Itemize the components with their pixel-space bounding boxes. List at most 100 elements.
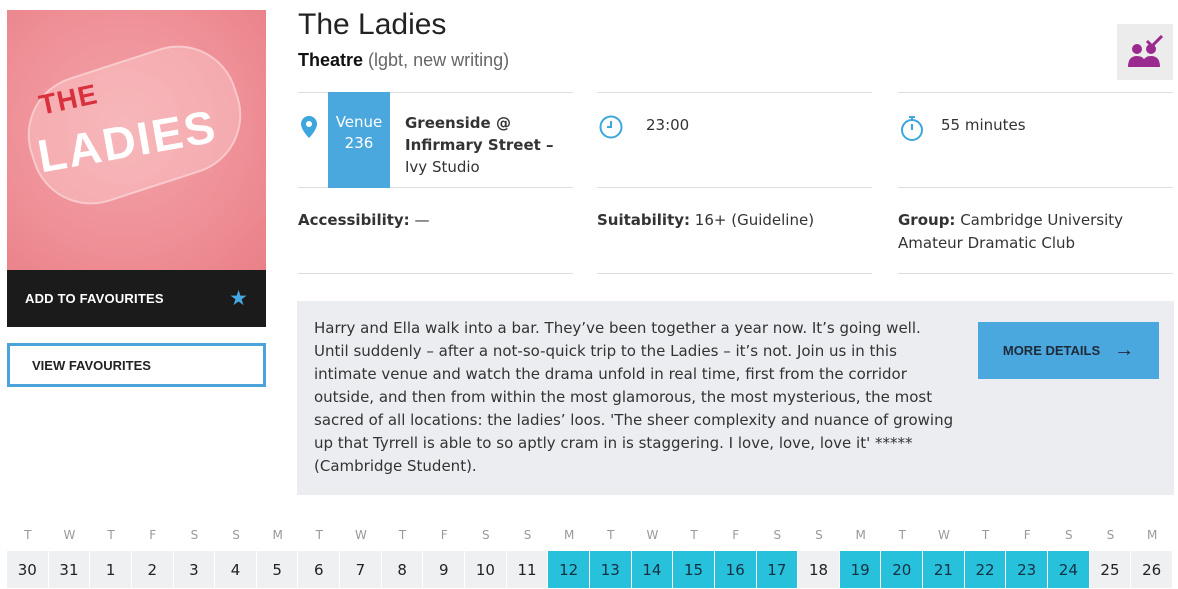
venue-number-box[interactable]: Venue 236 (328, 92, 390, 188)
calendar-weekday: F (149, 528, 157, 542)
calendar-weekday: S (523, 528, 532, 542)
calendar-day: 31 (48, 551, 90, 588)
calendar-day: 7 (340, 551, 381, 588)
venue-name-line2: Infirmary Street – (405, 136, 554, 154)
accessibility-value: — (409, 211, 430, 229)
show-genre: Theatre (lgbt, new writing) (298, 50, 509, 71)
calendar-weekday: T (398, 528, 407, 542)
calendar-day: 9 (423, 551, 465, 588)
calendar-day: 26 (1131, 551, 1172, 588)
calendar-day-performance[interactable]: 14 (631, 551, 673, 588)
show-duration: 55 minutes (941, 116, 1026, 134)
calendar-weekday: S (773, 528, 782, 542)
calendar-day: 11 (506, 551, 548, 588)
calendar-day-performance[interactable]: 12 (548, 551, 589, 588)
calendar-weekday: T (898, 528, 906, 542)
calendar-day: 6 (298, 551, 340, 588)
calendar-weekday: W (63, 528, 76, 542)
calendar-day-performance[interactable]: 22 (964, 551, 1006, 588)
accessibility-label: Accessibility: (298, 211, 410, 229)
calendar-day: 30 (7, 551, 48, 588)
calendar-weekday: F (732, 528, 740, 542)
calendar-day-performance[interactable]: 20 (881, 551, 923, 588)
calendar-weekday: M (855, 528, 866, 542)
calendar-weekday: T (315, 528, 323, 542)
view-favourites-button[interactable]: VIEW FAVOURITES (7, 343, 266, 387)
more-details-label: MORE DETAILS (1002, 343, 1101, 358)
calendar-weekday: W (937, 528, 950, 542)
accessibility-info: Accessibility: — (298, 209, 568, 232)
suitability-info: Suitability: 16+ (Guideline) (597, 209, 867, 232)
divider (597, 187, 872, 188)
calendar-weekday: T (107, 528, 115, 542)
calendar-day-performance[interactable]: 17 (756, 551, 798, 588)
calendar-day: 18 (798, 551, 839, 588)
calendar-weekday: T (607, 528, 615, 542)
genre-label: Theatre (298, 50, 364, 70)
calendar-weekday: W (355, 528, 367, 542)
divider (898, 92, 1173, 93)
calendar-weekday: M (272, 528, 283, 542)
calendar-weekday: T (981, 528, 990, 542)
calendar-day: 3 (173, 551, 215, 588)
calendar-day: 4 (215, 551, 256, 588)
calendar-weekday: T (24, 528, 32, 542)
calendar-weekday: W (646, 528, 659, 542)
calendar-weekday: F (440, 528, 448, 542)
calendar-date-row: 30 31 1 2 3 4 5 6 7 8 9 10 11 12 13 14 15 16 17 18 19 20 21 22 2… (7, 551, 1173, 588)
venue-studio: Ivy Studio (405, 158, 480, 176)
divider (597, 273, 872, 274)
calendar-weekday: F (1023, 528, 1031, 542)
genre-tags: (lgbt, new writing) (368, 50, 510, 70)
star-icon[interactable]: ★ (229, 288, 248, 309)
divider (898, 187, 1173, 188)
calendar-day-performance[interactable]: 13 (589, 551, 631, 588)
divider (898, 273, 1173, 274)
performance-calendar: TWTFSSMTWTFSSMTWTFSSMTWTFSSM 30 31 1 2 3 4 5 6 7… (7, 528, 1173, 588)
calendar-day-performance[interactable]: 15 (673, 551, 714, 588)
calendar-day: 10 (465, 551, 506, 588)
more-details-button[interactable]: MORE DETAILS → (978, 322, 1159, 379)
calendar-day-performance[interactable]: 21 (923, 551, 964, 588)
calendar-weekday: S (1106, 528, 1115, 542)
venue-label: Venue (335, 113, 383, 131)
add-to-favourites-label: ADD TO FAVOURITES (25, 291, 164, 306)
arrow-right-icon: → (1114, 339, 1135, 361)
calendar-day: 25 (1089, 551, 1131, 588)
venue-name[interactable]: Greenside @ Infirmary Street – Ivy Studi… (405, 112, 565, 178)
calendar-weekday-row: TWTFSSMTWTFSSMTWTFSSMTWTFSSM (7, 528, 1173, 546)
calendar-weekday: S (1065, 528, 1073, 542)
show-description: Harry and Ella walk into a bar. They’ve … (314, 319, 954, 475)
calendar-day: 8 (381, 551, 423, 588)
add-to-favourites-button[interactable]: ADD TO FAVOURITES ★ (7, 270, 266, 327)
calendar-weekday: S (482, 528, 490, 542)
suitability-label: Suitability: (597, 211, 691, 229)
calendar-weekday: M (1146, 528, 1158, 542)
calendar-day: 2 (131, 551, 173, 588)
show-title: The Ladies (298, 8, 447, 41)
venue-name-line1: Greenside @ (405, 114, 511, 132)
group-check-icon (1117, 24, 1173, 80)
divider (298, 273, 573, 274)
stopwatch-icon (899, 114, 925, 146)
calendar-weekday: T (690, 528, 698, 542)
calendar-day-performance[interactable]: 19 (839, 551, 881, 588)
suitability-value: 16+ (Guideline) (690, 211, 815, 229)
venue-number: 236 (344, 134, 374, 152)
calendar-day-performance[interactable]: 16 (714, 551, 756, 588)
map-pin-icon (301, 116, 317, 142)
calendar-weekday: S (190, 528, 199, 542)
calendar-day-performance[interactable]: 24 (1048, 551, 1089, 588)
calendar-weekday: S (815, 528, 823, 542)
calendar-day: 1 (90, 551, 131, 588)
calendar-day-performance[interactable]: 23 (1006, 551, 1048, 588)
group-info: Group: Cambridge University Amateur Dram… (898, 209, 1148, 255)
divider (597, 92, 872, 93)
group-label: Group: (898, 211, 956, 229)
calendar-weekday: M (563, 528, 575, 542)
show-time: 23:00 (646, 116, 690, 134)
clock-icon (598, 114, 624, 144)
calendar-day: 5 (256, 551, 298, 588)
calendar-weekday: S (232, 528, 240, 542)
show-poster: THE LADIES (7, 10, 266, 270)
